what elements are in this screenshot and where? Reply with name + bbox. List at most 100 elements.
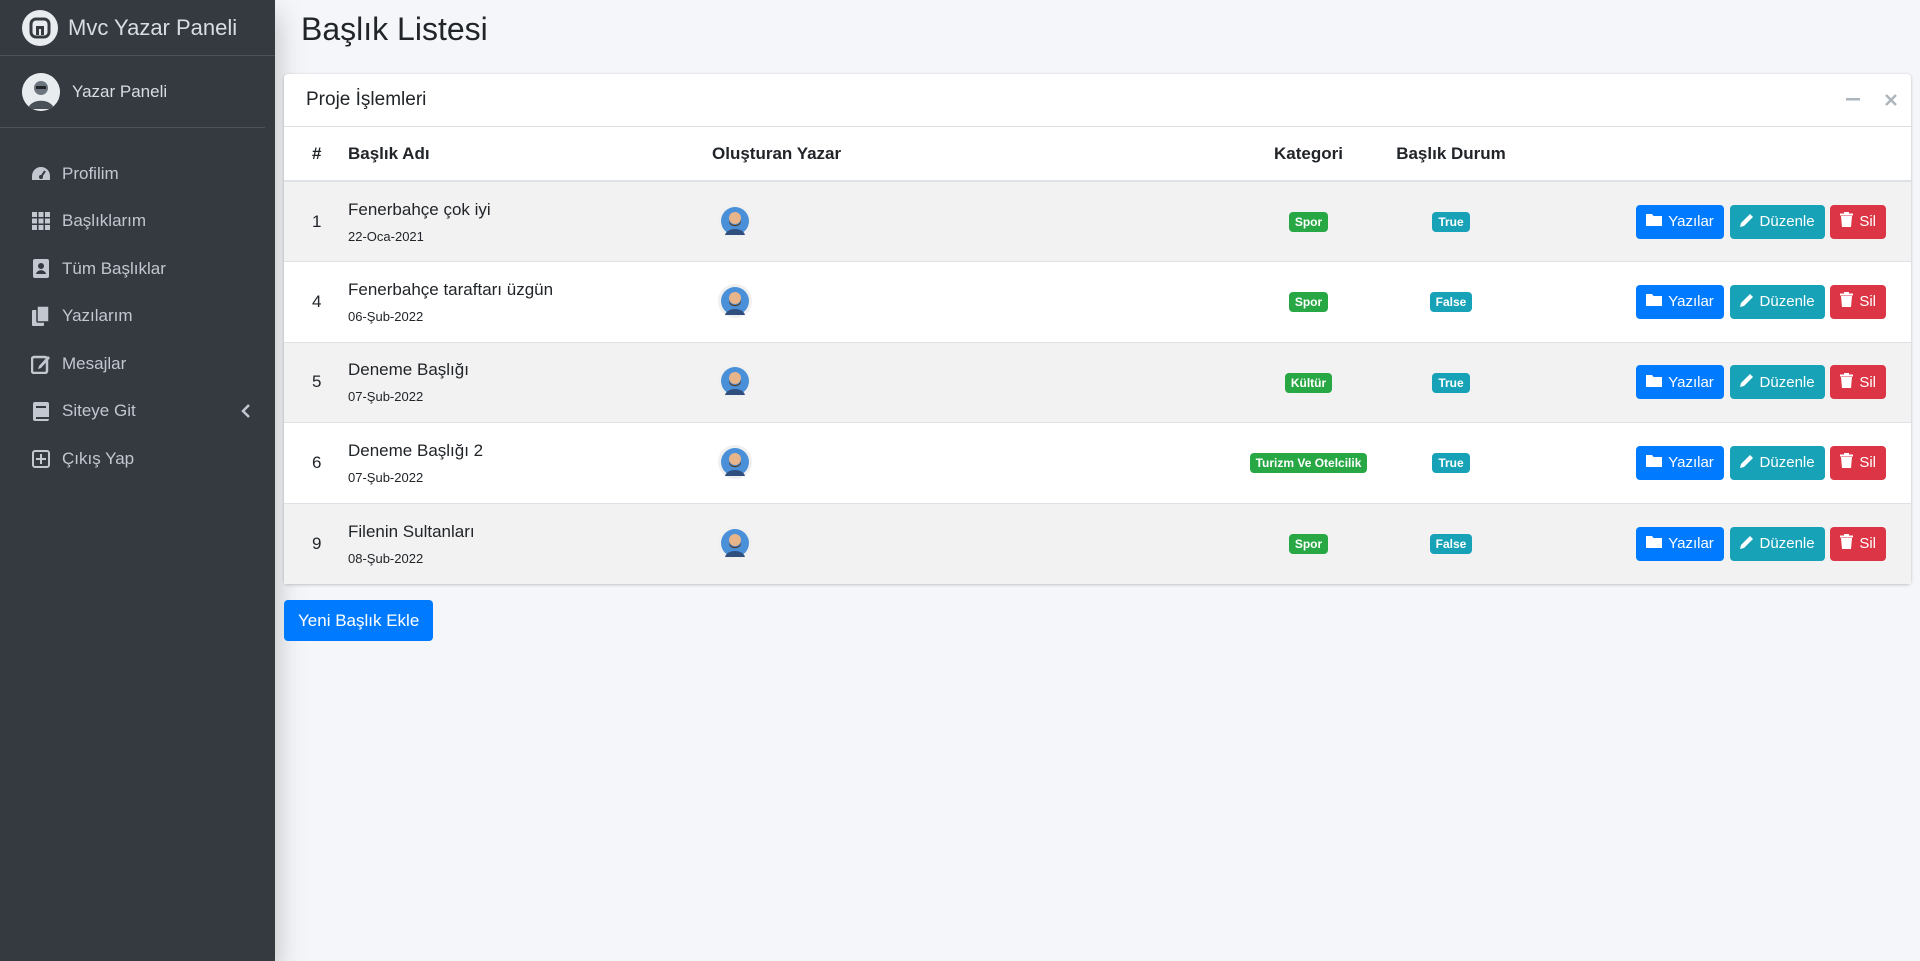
edit-button[interactable]: Düzenle [1729, 526, 1825, 561]
posts-button[interactable]: Yazılar [1636, 445, 1724, 480]
posts-button[interactable]: Yazılar [1636, 204, 1724, 239]
sidebar-item-label: Çıkış Yap [62, 448, 135, 468]
edit-button[interactable]: Düzenle [1729, 284, 1825, 319]
row-date: 08-Şub-2022 [348, 550, 424, 566]
category-badge: Spor [1288, 534, 1329, 554]
sidebar-item-label: Yazılarım [62, 306, 133, 326]
pencil-icon [1739, 293, 1754, 311]
sidebar-item-label: Profilim [62, 163, 119, 183]
user-avatar [22, 72, 60, 111]
delete-button[interactable]: Sil [1830, 365, 1886, 400]
sidebar-item-profilim[interactable]: Profilim [0, 150, 275, 198]
row-author [710, 181, 1246, 262]
row-author [710, 503, 1246, 584]
posts-button[interactable]: Yazılar [1636, 526, 1724, 561]
topics-card: Proje İşlemleri # Başlık Adı Oluşturan Y… [284, 74, 1911, 584]
edit-button[interactable]: Düzenle [1729, 204, 1825, 239]
row-date: 06-Şub-2022 [348, 308, 424, 324]
main-content: Başlık Listesi Proje İşlemleri # Başlık … [275, 0, 1920, 961]
row-title[interactable]: Filenin Sultanları [348, 522, 710, 542]
table-row: 5 Deneme Başlığı 07-Şub-2022 Kültür True … [284, 342, 1911, 423]
plus-square-icon [30, 448, 52, 470]
sidebar-item-basliklarim[interactable]: Başlıklarım [0, 198, 275, 246]
page-title: Başlık Listesi [301, 11, 488, 47]
row-date: 07-Şub-2022 [348, 469, 424, 485]
delete-button-label: Sil [1859, 535, 1876, 552]
sidebar-item-mesajlar[interactable]: Mesajlar [0, 340, 275, 388]
row-title-cell: Fenerbahçe çok iyi 22-Oca-2021 [348, 181, 710, 262]
delete-button[interactable]: Sil [1830, 204, 1886, 239]
folder-icon [1646, 293, 1663, 310]
row-title[interactable]: Fenerbahçe taraftarı üzgün [348, 280, 710, 300]
author-avatar [718, 203, 752, 238]
edit-button[interactable]: Düzenle [1729, 365, 1825, 400]
sidebar-item-tum-basliklar[interactable]: Tüm Başlıklar [0, 245, 275, 293]
card-title: Proje İşlemleri [306, 89, 427, 110]
pencil-icon [1739, 213, 1754, 231]
column-header-category: Kategori [1246, 127, 1371, 182]
row-id: 5 [312, 372, 322, 392]
author-avatar [718, 444, 752, 479]
user-panel[interactable]: Yazar Paneli [0, 56, 265, 128]
folder-icon [1646, 374, 1663, 391]
sidebar-item-label: Başlıklarım [62, 211, 147, 231]
category-badge: Spor [1288, 212, 1329, 232]
trash-icon [1840, 453, 1854, 472]
edit-button-label: Düzenle [1759, 293, 1815, 311]
sidebar: Mvc Yazar Paneli Yazar Paneli Profilim B… [0, 0, 275, 961]
delete-button[interactable]: Sil [1830, 445, 1886, 480]
minus-icon[interactable] [1843, 90, 1863, 110]
copy-icon [30, 305, 52, 327]
trash-icon [1840, 534, 1854, 553]
table-row: 4 Fenerbahçe taraftarı üzgün 06-Şub-2022 … [284, 261, 1911, 343]
row-title-cell: Deneme Başlığı 07-Şub-2022 [348, 342, 710, 423]
row-author [710, 342, 1246, 423]
add-topic-button[interactable]: Yeni Başlık Ekle [284, 600, 434, 641]
edit-button[interactable]: Düzenle [1729, 445, 1825, 480]
status-badge: True [1432, 453, 1470, 474]
sidebar-item-siteye-git[interactable]: Siteye Git [0, 388, 275, 436]
status-badge: False [1429, 292, 1473, 313]
row-title-cell: Deneme Başlığı 2 07-Şub-2022 [348, 423, 710, 504]
pencil-icon [1739, 535, 1754, 553]
posts-button[interactable]: Yazılar [1636, 365, 1724, 400]
table-row: 6 Deneme Başlığı 2 07-Şub-2022 Turizm Ve … [284, 422, 1911, 504]
status-badge: True [1432, 372, 1470, 393]
status-badge: True [1432, 212, 1470, 232]
delete-button[interactable]: Sil [1830, 526, 1886, 561]
delete-button-label: Sil [1859, 293, 1876, 311]
trash-icon [1840, 292, 1854, 311]
delete-button[interactable]: Sil [1830, 284, 1886, 319]
close-icon[interactable] [1881, 90, 1901, 110]
brand-logo-icon [22, 9, 58, 46]
brand-link[interactable]: Mvc Yazar Paneli [0, 0, 275, 56]
sidebar-item-label: Mesajlar [62, 353, 127, 373]
column-header-status: Başlık Durum [1371, 127, 1531, 182]
row-title[interactable]: Fenerbahçe çok iyi [348, 200, 710, 220]
delete-button-label: Sil [1859, 213, 1876, 230]
edit-button-label: Düzenle [1759, 454, 1815, 472]
category-badge: Kültür [1284, 372, 1333, 393]
topics-table: # Başlık Adı Oluşturan Yazar Kategori Ba… [284, 127, 1911, 584]
row-title[interactable]: Deneme Başlığı [348, 360, 710, 380]
edit-button-label: Düzenle [1759, 213, 1815, 230]
chevron-left-icon[interactable] [241, 403, 251, 423]
trash-icon [1840, 372, 1854, 392]
row-id: 1 [312, 211, 322, 231]
row-date: 22-Oca-2021 [348, 228, 424, 244]
sidebar-item-yazilarim[interactable]: Yazılarım [0, 293, 275, 341]
user-name: Yazar Paneli [72, 81, 168, 101]
posts-button-label: Yazılar [1668, 293, 1714, 311]
author-avatar [718, 283, 752, 318]
edit-button-label: Düzenle [1759, 535, 1815, 552]
row-author [710, 262, 1246, 343]
row-id: 4 [312, 291, 322, 311]
row-title-cell: Filenin Sultanları 08-Şub-2022 [348, 503, 710, 584]
book-icon [30, 400, 52, 422]
pencil-icon [1739, 454, 1754, 472]
row-title[interactable]: Deneme Başlığı 2 [348, 441, 710, 461]
sidebar-item-cikis-yap[interactable]: Çıkış Yap [0, 435, 275, 483]
row-author [710, 423, 1246, 504]
row-title-cell: Fenerbahçe taraftarı üzgün 06-Şub-2022 [348, 262, 710, 343]
posts-button[interactable]: Yazılar [1636, 284, 1724, 319]
